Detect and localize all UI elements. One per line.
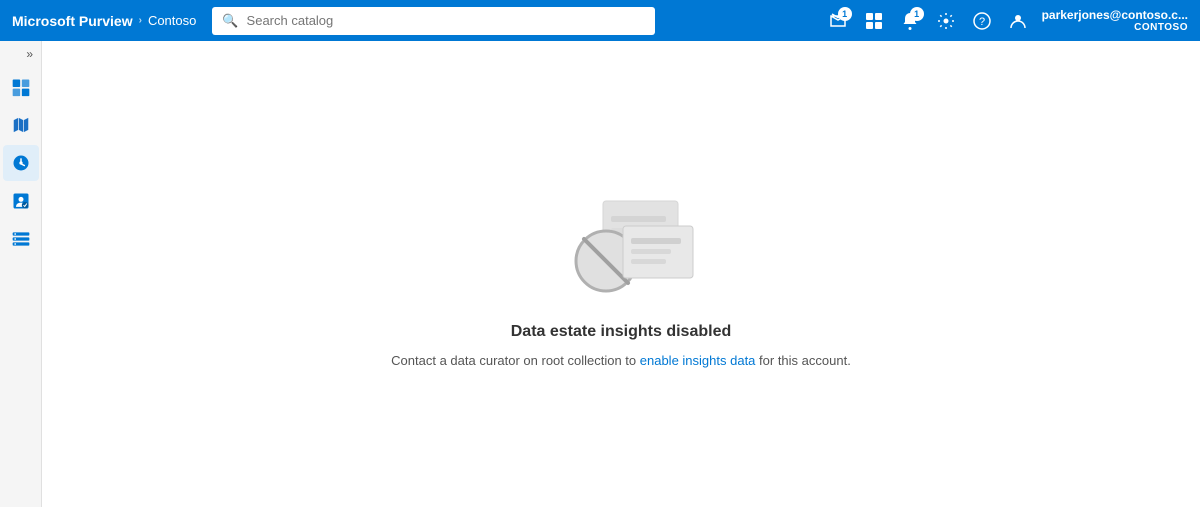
user-org: CONTOSO [1134,22,1188,33]
settings-button[interactable] [930,5,962,37]
announcements-badge: 1 [838,7,852,21]
user-info[interactable]: parkerjones@contoso.c... CONTOSO [1042,8,1188,33]
main-content: Data estate insights disabled Contact a … [42,41,1200,507]
empty-state-title: Data estate insights disabled [511,323,732,341]
sidebar-item-data-policy[interactable] [3,183,39,219]
brand-tenant: Contoso [148,13,196,28]
user-name: parkerjones@contoso.c... [1042,8,1188,22]
sidebar-item-insights[interactable] [3,145,39,181]
svg-text:?: ? [979,16,985,28]
connections-button[interactable] [858,5,890,37]
sidebar-toggle[interactable]: » [0,47,41,61]
sidebar-item-management[interactable] [3,221,39,257]
enable-link[interactable]: enable insights data [640,353,756,368]
empty-state-subtitle: Contact a data curator on root collectio… [391,353,851,368]
notifications-badge: 1 [910,7,924,21]
topbar: Microsoft Purview › Contoso 🔍 1 [0,0,1200,41]
empty-state: Data estate insights disabled Contact a … [391,181,851,368]
help-button[interactable]: ? [966,5,998,37]
sidebar-item-data-catalog[interactable] [3,69,39,105]
search-bar[interactable]: 🔍 [212,7,655,35]
notifications-button[interactable]: 1 [894,5,926,37]
layout: » [0,41,1200,507]
sidebar-item-data-map[interactable] [3,107,39,143]
search-icon: 🔍 [222,13,238,29]
brand-separator: › [139,15,142,26]
search-input[interactable] [247,13,646,28]
brand-title: Microsoft Purview [12,13,133,29]
brand: Microsoft Purview › Contoso [12,13,196,29]
empty-state-illustration [541,181,701,311]
topbar-actions: 1 1 [822,5,1188,37]
sidebar: » [0,41,42,507]
user-avatar-button[interactable] [1002,5,1034,37]
announcements-button[interactable]: 1 [822,5,854,37]
